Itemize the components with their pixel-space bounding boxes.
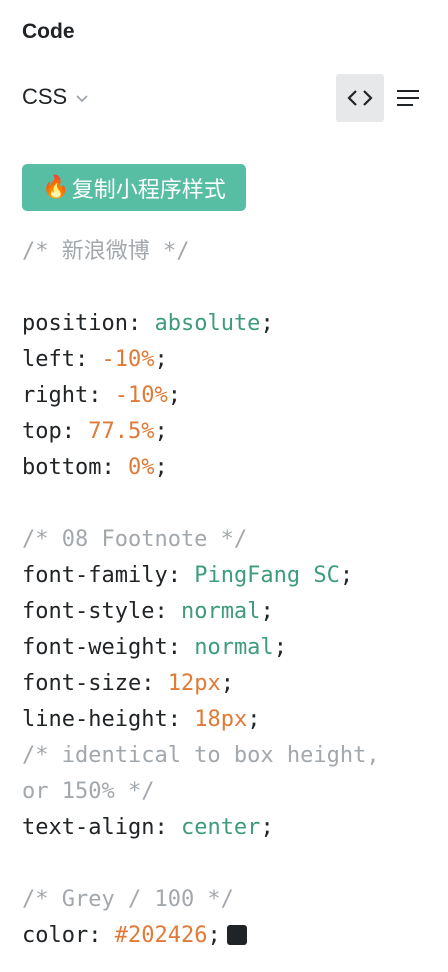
code-line-color: color: #202426;	[22, 918, 442, 954]
code-line-font-weight: font-weight: normal;	[22, 635, 287, 660]
code-line-text-align: text-align: center;	[22, 815, 274, 840]
code-block: /* 新浪微博 */ position: absolute; left: -10…	[22, 234, 442, 954]
panel-title: Code	[22, 20, 75, 43]
list-view-button[interactable]	[396, 86, 420, 110]
code-line-position: position: absolute;	[22, 311, 274, 336]
code-line-font-style: font-style: normal;	[22, 599, 274, 624]
copy-miniprogram-style-button[interactable]: 🔥 复制小程序样式	[22, 164, 246, 211]
code-comment: /* identical to box height,	[22, 743, 380, 768]
code-comment: /* 新浪微博 */	[22, 239, 190, 264]
language-label: CSS	[22, 84, 68, 109]
color-swatch[interactable]	[226, 925, 247, 945]
language-select[interactable]: CSS	[22, 84, 89, 110]
code-comment: /* Grey / 100 */	[22, 887, 234, 912]
code-line-font-size: font-size: 12px;	[22, 671, 234, 696]
code-line-bottom: bottom: 0%;	[22, 455, 168, 480]
copy-button-label: 复制小程序样式	[71, 177, 226, 203]
code-line-line-height: line-height: 18px;	[22, 707, 261, 732]
fire-icon: 🔥	[42, 175, 70, 200]
chevron-down-icon	[76, 95, 88, 103]
code-line-right: right: -10%;	[22, 383, 181, 408]
list-icon	[397, 90, 419, 106]
code-line-top: top: 77.5%;	[22, 419, 168, 444]
code-line-left: left: -10%;	[22, 347, 168, 372]
code-line-font-family: font-family: PingFang SC;	[22, 563, 354, 588]
code-comment: /* 08 Footnote */	[22, 527, 248, 552]
code-comment: or 150% */	[22, 779, 155, 804]
code-brackets-icon	[347, 90, 373, 106]
code-view-button[interactable]	[336, 74, 384, 122]
